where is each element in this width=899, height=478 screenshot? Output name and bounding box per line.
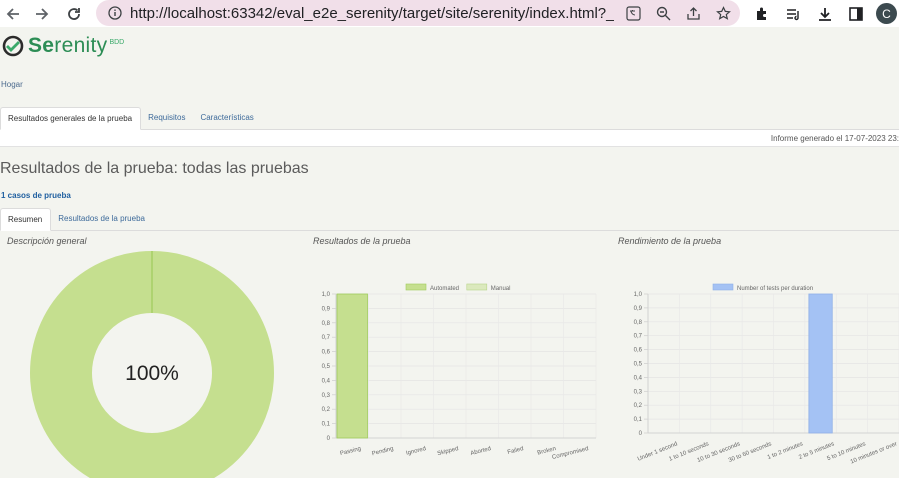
zoom-icon[interactable] bbox=[654, 4, 672, 22]
legend-swatch-number-of-tests-per-duration bbox=[712, 283, 734, 291]
bar-2-to-5-minutes bbox=[808, 293, 833, 434]
legend-label-number-of-tests-per-duration: Number of tests per duration bbox=[737, 286, 813, 292]
y-tick-label: 0,7 bbox=[322, 335, 331, 341]
logo-text: Serenity bbox=[28, 34, 108, 57]
y-tick-label: 0,6 bbox=[322, 350, 331, 356]
y-tick-label: 0 bbox=[327, 436, 331, 442]
sub-tab-bar: Resumen Resultados de la prueba bbox=[0, 208, 899, 231]
download-icon[interactable] bbox=[815, 4, 835, 24]
x-tick-label: Pending bbox=[371, 446, 394, 457]
legend-swatch-automated bbox=[405, 283, 427, 291]
y-tick-label: 0,4 bbox=[322, 378, 331, 384]
tab-requirements[interactable]: Requisitos bbox=[141, 107, 193, 130]
x-tick-label: Ignored bbox=[406, 446, 427, 457]
y-tick-label: 1,0 bbox=[322, 292, 331, 298]
legend-label-automated: Automated bbox=[430, 286, 459, 292]
y-tick-label: 0,8 bbox=[634, 320, 643, 326]
x-tick-label: Compromised bbox=[552, 446, 590, 461]
y-tick-label: 0,5 bbox=[322, 364, 331, 370]
results-panel-title: Resultados de la prueba bbox=[313, 236, 411, 246]
y-tick-label: 0,7 bbox=[634, 334, 643, 340]
y-tick-label: 0,8 bbox=[322, 321, 331, 327]
overview-donut-chart: 100% bbox=[30, 251, 274, 478]
tab-overall-results[interactable]: Resultados generales de la prueba bbox=[0, 107, 142, 130]
y-tick-label: 0,3 bbox=[634, 389, 643, 395]
report-info-bar: Informe generado el 17-07-2023 23: bbox=[0, 130, 899, 147]
y-tick-label: 0 bbox=[639, 431, 643, 437]
back-arrow-icon[interactable] bbox=[0, 0, 26, 27]
share-icon[interactable] bbox=[684, 4, 702, 22]
reload-icon[interactable] bbox=[61, 0, 87, 27]
y-tick-label: 0,3 bbox=[322, 393, 331, 399]
url-text[interactable]: http://localhost:63342/eval_e2e_serenity… bbox=[130, 5, 614, 22]
reading-list-icon[interactable] bbox=[783, 4, 803, 24]
serenity-logo[interactable]: Serenity BDD bbox=[2, 34, 124, 58]
bar-passing bbox=[336, 293, 368, 439]
bookmark-star-icon[interactable] bbox=[714, 4, 732, 22]
serenity-report-page: Serenity BDD Hogar Resultados generales … bbox=[0, 27, 899, 478]
performance-bar-chart: Number of tests per duration 0 0,1 0,2 0,3 0,… bbox=[634, 283, 899, 465]
y-tick-label: 0,9 bbox=[322, 306, 331, 312]
y-tick-label: 1,0 bbox=[634, 292, 643, 298]
results-bar-chart: Automated Manual 0 0,1 0,2 0,3 0,4 0,5 0,6 0,7 0,8… bbox=[322, 283, 597, 461]
forward-arrow-icon[interactable] bbox=[29, 0, 55, 27]
x-tick-label: Failed bbox=[507, 446, 524, 456]
x-tick-label: Aborted bbox=[470, 446, 492, 457]
y-tick-label: 0,6 bbox=[634, 348, 643, 354]
page-title: Resultados de la prueba: todas las prueb… bbox=[0, 160, 309, 177]
overview-panel-title: Descripción general bbox=[7, 236, 87, 246]
legend-label-manual: Manual bbox=[491, 286, 511, 292]
profile-initial: C bbox=[882, 6, 891, 21]
y-tick-label: 0,5 bbox=[634, 362, 643, 368]
y-tick-label: 0,2 bbox=[634, 403, 643, 409]
side-panel-icon[interactable] bbox=[846, 4, 866, 24]
y-tick-label: 0,9 bbox=[634, 306, 643, 312]
x-tick-label: Passing bbox=[340, 446, 362, 457]
report-generated-date: Informe generado el 17-07-2023 23: bbox=[770, 134, 899, 143]
serenity-logo-icon bbox=[2, 35, 24, 57]
legend-swatch-manual bbox=[466, 283, 488, 291]
y-tick-label: 0,1 bbox=[322, 422, 331, 428]
profile-avatar[interactable]: C bbox=[876, 3, 897, 24]
y-tick-label: 0,2 bbox=[322, 407, 331, 413]
tab-test-results[interactable]: Resultados de la prueba bbox=[51, 208, 153, 231]
y-tick-label: 0,1 bbox=[634, 417, 643, 423]
site-info-icon[interactable] bbox=[106, 4, 124, 22]
donut-center-label: 100% bbox=[125, 362, 179, 385]
breadcrumb-home[interactable]: Hogar bbox=[1, 80, 23, 89]
test-case-count[interactable]: 1 casos de prueba bbox=[1, 191, 71, 200]
y-tick-label: 0,4 bbox=[634, 375, 643, 381]
logo-suffix: BDD bbox=[109, 38, 125, 46]
tab-features[interactable]: Características bbox=[193, 107, 261, 130]
main-tab-bar: Resultados generales de la prueba Requis… bbox=[0, 107, 899, 130]
extensions-puzzle-icon[interactable] bbox=[752, 4, 772, 24]
browser-toolbar: http://localhost:63342/eval_e2e_serenity… bbox=[0, 0, 899, 27]
x-tick-label: Skipped bbox=[437, 446, 459, 457]
address-bar[interactable]: http://localhost:63342/eval_e2e_serenity… bbox=[96, 0, 740, 26]
translate-icon[interactable] bbox=[624, 4, 642, 22]
performance-panel-title: Rendimiento de la prueba bbox=[618, 236, 722, 246]
tab-summary[interactable]: Resumen bbox=[0, 208, 52, 231]
